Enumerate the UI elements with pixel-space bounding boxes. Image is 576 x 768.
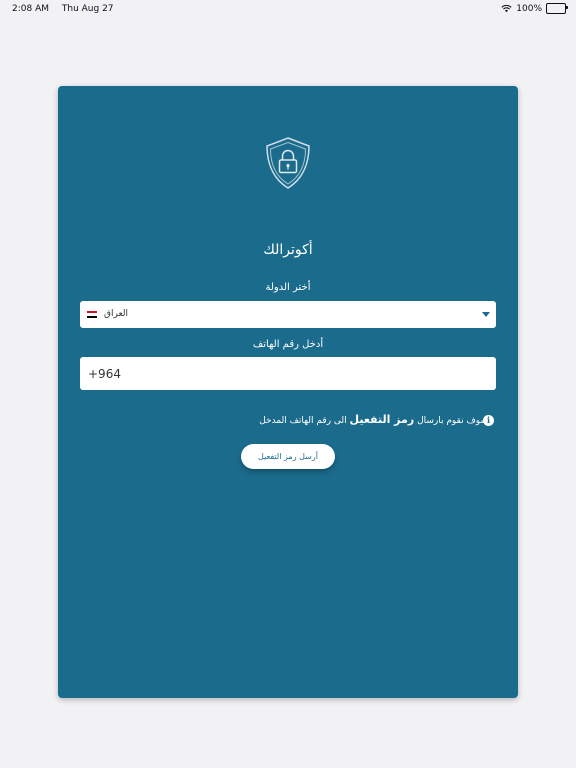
battery-icon — [546, 3, 568, 14]
phone-field-container — [80, 357, 496, 390]
status-bar: 2:08 AM Thu Aug 27 100% — [0, 0, 576, 18]
activation-card: أكوترالك أختر الدولة العراق أدخل رقم اله… — [58, 86, 518, 698]
info-text-bold: رمز التفعيل — [349, 413, 415, 426]
info-text: سوف نقوم بارسال رمز التفعيل الى رقم الها… — [58, 413, 488, 426]
wifi-icon — [501, 4, 512, 13]
info-text-post: الى رقم الهاتف المدخل — [259, 416, 347, 426]
chevron-down-icon — [482, 312, 490, 317]
status-time: 2:08 AM — [12, 4, 49, 14]
iraq-flag-icon — [87, 311, 97, 318]
info-text-pre: سوف نقوم بارسال — [417, 416, 488, 426]
battery-percent: 100% — [516, 3, 542, 14]
phone-label: أدخل رقم الهاتف — [252, 339, 324, 350]
phone-input[interactable] — [80, 357, 496, 390]
country-select[interactable]: العراق — [80, 301, 496, 328]
country-value: العراق — [104, 309, 129, 319]
page-title: أكوترالك — [263, 242, 313, 258]
send-code-button[interactable]: أرسل رمز التفعيل — [241, 444, 335, 469]
country-label: أختر الدولة — [265, 282, 311, 293]
shield-lock-icon — [266, 137, 310, 189]
status-date: Thu Aug 27 — [61, 4, 114, 14]
